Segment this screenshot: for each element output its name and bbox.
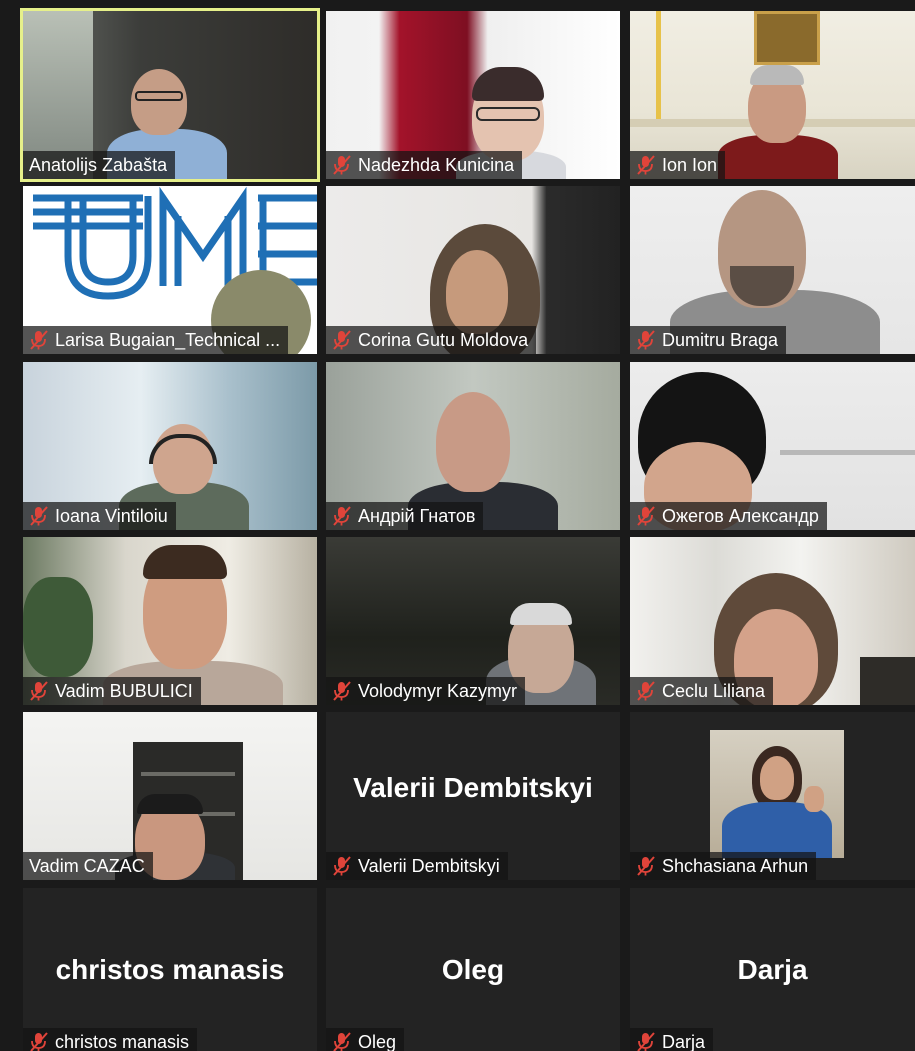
participant-nameplate: Vadim BUBULICI xyxy=(23,677,201,705)
participant-tile-ion[interactable]: Ion Ion xyxy=(630,11,915,179)
participant-nameplate: Андрій Гнатов xyxy=(326,502,484,530)
microphone-muted-icon xyxy=(637,1032,655,1051)
participant-name: Vadim BUBULICI xyxy=(55,680,193,701)
participant-nameplate: Anatolijs Zabašta xyxy=(23,151,176,179)
participant-nameplate: Corina Gutu Moldova xyxy=(326,326,537,354)
participant-name: Vadim CAZAC xyxy=(29,855,145,876)
participant-name: Darja xyxy=(662,1031,706,1051)
microphone-muted-icon xyxy=(333,681,351,701)
participant-nameplate: Volodymyr Kazymyr xyxy=(326,677,526,705)
participant-name: Андрій Гнатов xyxy=(358,505,476,526)
participant-name: Nadezhda Kunicina xyxy=(358,154,515,175)
participant-tile-christos[interactable]: christos manasis christos manasis xyxy=(23,888,317,1051)
participant-nameplate: Shchasiana Arhun xyxy=(630,852,817,880)
participant-name: Dumitru Braga xyxy=(662,329,779,350)
participant-tile-andrii[interactable]: Андрій Гнатов xyxy=(326,362,620,530)
participant-nameplate: Valerii Dembitskyi xyxy=(326,852,508,880)
participant-name: Oleg xyxy=(358,1031,397,1051)
participant-nameplate: Nadezhda Kunicina xyxy=(326,151,523,179)
participant-tile-oleg[interactable]: Oleg Oleg xyxy=(326,888,620,1051)
microphone-muted-icon xyxy=(637,330,655,350)
participant-nameplate: Darja xyxy=(630,1028,714,1051)
participant-tile-vadim-bubulici[interactable]: Vadim BUBULICI xyxy=(23,537,317,705)
participant-tile-ozhegov[interactable]: Ожегов Александр xyxy=(630,362,915,530)
participant-display-name: Darja xyxy=(737,954,808,985)
microphone-muted-icon xyxy=(637,681,655,701)
microphone-muted-icon xyxy=(333,330,351,350)
participant-name: Anatolijs Zabašta xyxy=(29,154,168,175)
participant-tile-darja[interactable]: Darja Darja xyxy=(630,888,915,1051)
participant-name: Ceclu Liliana xyxy=(662,680,766,701)
microphone-muted-icon xyxy=(637,506,655,526)
video-gallery: Anatolijs Zabašta Nadezhda Kunicina Ion … xyxy=(0,0,915,1051)
participant-name: christos manasis xyxy=(55,1031,190,1051)
participant-tile-ioana[interactable]: Ioana Vintiloiu xyxy=(23,362,317,530)
participant-name: Valerii Dembitskyi xyxy=(358,855,500,876)
participant-name: Volodymyr Kazymyr xyxy=(358,680,518,701)
microphone-muted-icon xyxy=(637,155,655,175)
participant-nameplate: Larisa Bugaian_Technical ... xyxy=(23,326,289,354)
profile-picture xyxy=(710,730,844,858)
microphone-muted-icon xyxy=(30,681,48,701)
participant-tile-dumitru[interactable]: Dumitru Braga xyxy=(630,186,915,354)
microphone-muted-icon xyxy=(333,856,351,876)
participant-nameplate: Vadim CAZAC xyxy=(23,852,153,880)
microphone-muted-icon xyxy=(333,155,351,175)
participant-nameplate: Ioana Vintiloiu xyxy=(23,502,176,530)
participant-nameplate: Oleg xyxy=(326,1028,405,1051)
participant-name: Ожегов Александр xyxy=(662,505,819,526)
microphone-muted-icon xyxy=(333,1032,351,1051)
participant-display-name: Valerii Dembitskyi xyxy=(353,772,593,803)
microphone-muted-icon xyxy=(637,856,655,876)
participant-tile-corina[interactable]: Corina Gutu Moldova xyxy=(326,186,620,354)
participant-nameplate: christos manasis xyxy=(23,1028,198,1051)
microphone-muted-icon xyxy=(30,330,48,350)
microphone-muted-icon xyxy=(30,1032,48,1051)
microphone-muted-icon xyxy=(333,506,351,526)
participant-name: Ioana Vintiloiu xyxy=(55,505,168,526)
participant-tile-valerii[interactable]: Valerii Dembitskyi Valerii Dembitskyi xyxy=(326,712,620,880)
participant-nameplate: Ceclu Liliana xyxy=(630,677,774,705)
participant-tile-vadim-cazac[interactable]: Vadim CAZAC xyxy=(23,712,317,880)
participant-tile-nadezhda[interactable]: Nadezhda Kunicina xyxy=(326,11,620,179)
participant-name: Shchasiana Arhun xyxy=(662,855,809,876)
participant-tile-anatolijs[interactable]: Anatolijs Zabašta xyxy=(20,8,320,182)
participant-display-name: Oleg xyxy=(441,954,505,985)
microphone-muted-icon xyxy=(30,506,48,526)
participant-name: Corina Gutu Moldova xyxy=(358,329,529,350)
participant-nameplate: Dumitru Braga xyxy=(630,326,787,354)
participant-nameplate: Ожегов Александр xyxy=(630,502,827,530)
participant-name: Ion Ion xyxy=(662,154,718,175)
participant-tile-larisa[interactable]: Larisa Bugaian_Technical ... xyxy=(23,186,317,354)
participant-tile-volodymyr[interactable]: Volodymyr Kazymyr xyxy=(326,537,620,705)
participant-nameplate: Ion Ion xyxy=(630,151,726,179)
participant-tile-shchasiana[interactable]: Shchasiana Arhun xyxy=(630,712,915,880)
participant-name: Larisa Bugaian_Technical ... xyxy=(55,329,281,350)
participant-display-name: christos manasis xyxy=(55,954,285,985)
participant-tile-ceclu[interactable]: Ceclu Liliana xyxy=(630,537,915,705)
